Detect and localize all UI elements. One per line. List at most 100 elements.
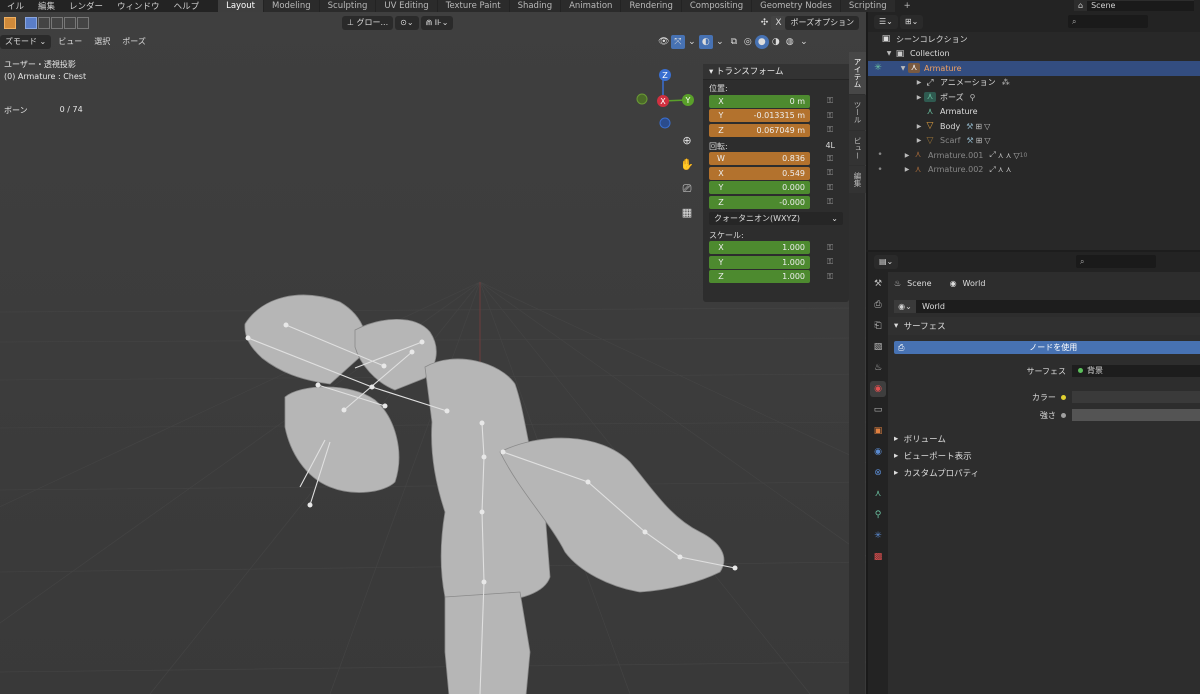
- lock-icon[interactable]: ⚿: [825, 111, 835, 121]
- location-y-field[interactable]: Y -0.013315 m: [709, 109, 810, 123]
- expand-triangle-icon[interactable]: ▶: [914, 137, 924, 144]
- outliner-item-armature[interactable]: ✳ ▼ ⋏ Armature: [868, 61, 1200, 76]
- navigation-gizmo[interactable]: Z X Y: [632, 60, 712, 140]
- tab-layout[interactable]: Layout: [218, 0, 263, 12]
- sidebar-tab-tool[interactable]: ツール: [849, 95, 866, 130]
- menu-render[interactable]: レンダー: [62, 0, 110, 12]
- menu-pose[interactable]: ポーズ: [117, 35, 151, 49]
- world-tab-icon[interactable]: ◉: [870, 381, 886, 397]
- tab-sculpting[interactable]: Sculpting: [319, 0, 376, 12]
- visibility-icon[interactable]: 👁: [657, 35, 671, 49]
- gizmo-neg-z[interactable]: [659, 117, 671, 129]
- tab-compositing[interactable]: Compositing: [681, 0, 752, 12]
- wireframe-shading-icon[interactable]: ◎: [741, 35, 755, 49]
- snap-dropdown[interactable]: ⋒ ⊪⌄: [420, 16, 454, 30]
- perspective-grid-icon[interactable]: ▦: [678, 204, 696, 222]
- rotation-x-field[interactable]: X 0.549: [709, 166, 810, 180]
- menu-window[interactable]: ウィンドウ: [110, 0, 167, 12]
- expand-triangle-icon[interactable]: ▶: [914, 94, 924, 101]
- rotation-z-field[interactable]: Z -0.000: [709, 195, 810, 209]
- armature-data-tab-icon[interactable]: ⋏: [870, 486, 886, 502]
- world-browse-icon[interactable]: ◉⌄: [894, 300, 916, 313]
- tab-shading[interactable]: Shading: [509, 0, 561, 12]
- rotation-4l-toggle[interactable]: 4L: [825, 141, 835, 151]
- menu-edit[interactable]: 編集: [31, 0, 62, 12]
- tab-animation[interactable]: Animation: [561, 0, 621, 12]
- location-z-field[interactable]: Z 0.067049 m: [709, 123, 810, 137]
- select-invert-icon[interactable]: [64, 17, 76, 29]
- select-box-icon[interactable]: [25, 17, 37, 29]
- properties-search-input[interactable]: ⌕: [1076, 255, 1156, 268]
- world-name-field[interactable]: World: [916, 300, 1200, 313]
- color-field[interactable]: [1072, 391, 1200, 403]
- overlay-icon[interactable]: ◐: [698, 35, 713, 49]
- lock-icon[interactable]: ⚿: [825, 96, 835, 106]
- x-mirror-toggle[interactable]: X: [771, 16, 786, 30]
- tab-rendering[interactable]: Rendering: [621, 0, 681, 12]
- mode-select-icon[interactable]: [4, 17, 16, 29]
- outliner-search-input[interactable]: ⌕: [1068, 15, 1148, 28]
- outliner-item-scarf[interactable]: ▶ ▽ Scarf ⚒ ⊞ ▽: [868, 134, 1200, 149]
- surface-shader-field[interactable]: 背景: [1072, 365, 1200, 377]
- menu-file[interactable]: イル: [0, 0, 31, 12]
- overlay-options-icon[interactable]: ⌄: [713, 35, 727, 49]
- menu-select[interactable]: 選択: [89, 35, 115, 49]
- viewport-display-panel-header[interactable]: ▸ ビューポート表示: [888, 447, 1200, 464]
- outliner-item-armature-001[interactable]: • ▶ ⋏ Armature.001 ⤢ ⋏ ⋏ ▽ 10: [868, 148, 1200, 163]
- gizmo-toggle-icon[interactable]: ⤧: [670, 35, 685, 49]
- color-socket-icon[interactable]: [1061, 394, 1066, 400]
- sidebar-tab-view[interactable]: ビュー: [849, 130, 866, 165]
- collection-tab-icon[interactable]: ▭: [870, 402, 886, 418]
- outliner-scene-collection[interactable]: ▣ シーンコレクション: [868, 32, 1200, 47]
- render-shading-icon[interactable]: ◍: [783, 35, 797, 49]
- volume-panel-header[interactable]: ▸ ボリューム: [888, 430, 1200, 447]
- menu-help[interactable]: ヘルプ: [167, 0, 207, 12]
- tab-modeling[interactable]: Modeling: [263, 0, 319, 12]
- add-workspace-button[interactable]: +: [896, 0, 919, 12]
- transform-orientation-dropdown[interactable]: ⊥ グロー...: [342, 16, 394, 30]
- auto-key-icon[interactable]: ✣: [757, 16, 771, 30]
- scene-tab-icon[interactable]: ♨: [870, 360, 886, 376]
- overlay-dropdown-icon[interactable]: ⌄: [685, 35, 699, 49]
- outliner-item-armature-002[interactable]: • ▶ ⋏ Armature.002 ⤢ ⋏ ⋏: [868, 163, 1200, 178]
- strength-field[interactable]: [1072, 409, 1200, 421]
- constraints-tab-icon[interactable]: ⊗: [870, 465, 886, 481]
- use-nodes-button[interactable]: ⎙ ノードを使用: [894, 341, 1200, 354]
- scale-z-field[interactable]: Z 1.000: [709, 270, 810, 284]
- expand-triangle-icon[interactable]: ▶: [914, 79, 924, 86]
- view-layer-tab-icon[interactable]: ▧: [870, 339, 886, 355]
- bone-tab-icon[interactable]: ⚲: [870, 507, 886, 523]
- expand-triangle-icon[interactable]: ▶: [914, 123, 924, 130]
- select-intersect-icon[interactable]: [77, 17, 89, 29]
- pose-options-dropdown[interactable]: ポーズオプション: [785, 16, 860, 30]
- gizmo-neg-y[interactable]: [636, 93, 648, 105]
- solid-shading-icon[interactable]: ●: [754, 35, 769, 49]
- lock-icon[interactable]: ⚿: [825, 272, 835, 282]
- lock-icon[interactable]: ⚿: [825, 197, 835, 207]
- tab-geometry-nodes[interactable]: Geometry Nodes: [752, 0, 840, 12]
- tool-tab-icon[interactable]: ⚒: [870, 276, 886, 292]
- custom-properties-panel-header[interactable]: ▸ カスタムプロパティ: [888, 464, 1200, 481]
- physics-tab-icon[interactable]: ◉: [870, 444, 886, 460]
- scene-name-field[interactable]: Scene: [1087, 0, 1194, 11]
- expand-triangle-icon[interactable]: ▶: [902, 166, 912, 173]
- display-mode-dropdown[interactable]: ⊞⌄: [899, 15, 924, 29]
- lock-icon[interactable]: ⚿: [825, 168, 835, 178]
- sidebar-tab-edit[interactable]: 編集: [849, 166, 866, 193]
- lock-icon[interactable]: ⚿: [825, 154, 835, 164]
- expand-triangle-icon[interactable]: ▼: [884, 50, 894, 57]
- scale-y-field[interactable]: Y 1.000: [709, 255, 810, 269]
- expand-triangle-icon[interactable]: ▶: [902, 152, 912, 159]
- lock-icon[interactable]: ⚿: [825, 257, 835, 267]
- expand-triangle-icon[interactable]: ▼: [898, 65, 908, 72]
- material-shading-icon[interactable]: ◑: [769, 35, 783, 49]
- scene-selector[interactable]: ⌂ Scene: [1074, 0, 1194, 11]
- rotation-w-field[interactable]: W 0.836: [709, 152, 810, 166]
- surface-panel-header[interactable]: ▾ サーフェス: [888, 317, 1200, 335]
- mode-dropdown[interactable]: ズモード ⌄: [0, 35, 52, 49]
- camera-icon[interactable]: ⎚: [678, 180, 696, 198]
- tab-texture-paint[interactable]: Texture Paint: [437, 0, 509, 12]
- pan-hand-icon[interactable]: ✋: [678, 156, 696, 174]
- shading-options-icon[interactable]: ⌄: [797, 35, 811, 49]
- outliner-item-pose[interactable]: ▶ ⋏ ポーズ ⚲: [868, 90, 1200, 105]
